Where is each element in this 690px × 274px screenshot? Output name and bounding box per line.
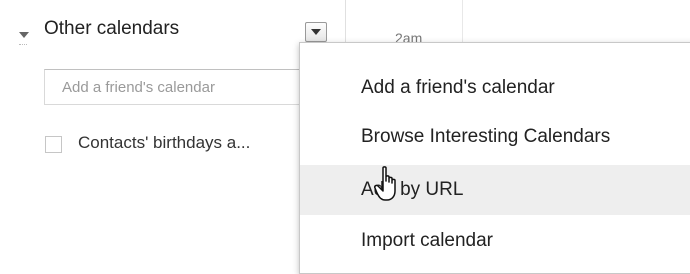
- add-friend-calendar-input[interactable]: [44, 69, 302, 105]
- menu-item-add-friend[interactable]: Add a friend's calendar: [300, 63, 690, 113]
- chevron-down-icon: [311, 29, 321, 35]
- hand-pointer-icon: [374, 165, 404, 210]
- section-menu-button[interactable]: [305, 22, 327, 42]
- divider: [19, 44, 27, 47]
- other-calendars-section: Other calendars Contacts' birthdays a...: [0, 0, 345, 257]
- collapse-toggle-icon[interactable]: [18, 28, 30, 40]
- calendar-options-menu: Add a friend's calendar Browse Interesti…: [299, 42, 690, 274]
- menu-item-import-calendar[interactable]: Import calendar: [300, 216, 690, 266]
- menu-item-add-by-url[interactable]: Add by URL: [300, 165, 690, 215]
- calendar-label[interactable]: Contacts' birthdays a...: [78, 133, 250, 153]
- menu-item-browse-interesting[interactable]: Browse Interesting Calendars: [300, 112, 690, 162]
- section-title[interactable]: Other calendars: [44, 18, 179, 40]
- calendar-checkbox[interactable]: [45, 136, 62, 153]
